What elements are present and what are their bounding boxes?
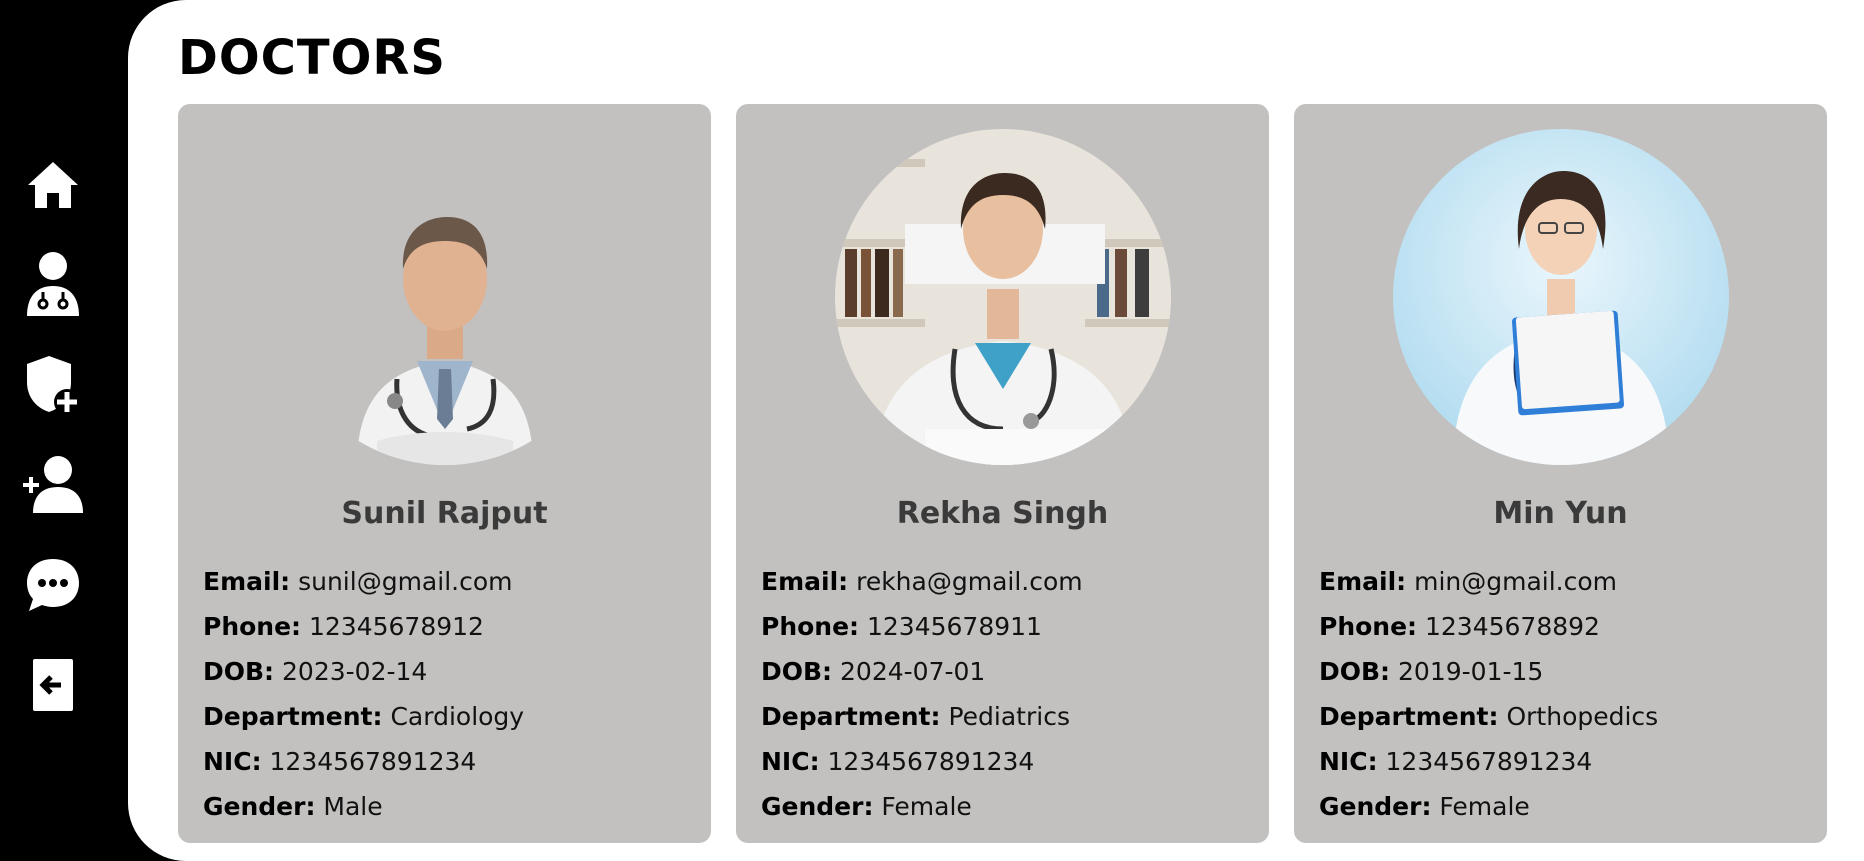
nic-value: 1234567891234 bbox=[269, 747, 477, 776]
phone-row: Phone: 12345678912 bbox=[203, 604, 703, 649]
phone-label: Phone: bbox=[203, 612, 302, 641]
email-label: Email: bbox=[1319, 567, 1407, 596]
doctor-name: Rekha Singh bbox=[896, 496, 1109, 531]
doctor-icon bbox=[27, 252, 79, 316]
nic-value: 1234567891234 bbox=[827, 747, 1035, 776]
phone-value: 12345678912 bbox=[309, 612, 484, 641]
department-label: Department: bbox=[761, 702, 941, 731]
dob-label: DOB: bbox=[761, 657, 833, 686]
nic-label: NIC: bbox=[1319, 747, 1378, 776]
dob-value: 2023-02-14 bbox=[282, 657, 428, 686]
nav-add-department-button[interactable] bbox=[22, 354, 84, 416]
phone-value: 12345678911 bbox=[867, 612, 1042, 641]
gender-row: Gender: Female bbox=[1319, 784, 1819, 829]
email-value: rekha@gmail.com bbox=[856, 567, 1083, 596]
gender-row: Gender: Female bbox=[761, 784, 1261, 829]
add-user-icon bbox=[23, 456, 83, 513]
phone-row: Phone: 12345678911 bbox=[761, 604, 1261, 649]
nav-add-user-button[interactable] bbox=[22, 454, 84, 516]
email-label: Email: bbox=[761, 567, 849, 596]
nav-doctors-button[interactable] bbox=[22, 252, 84, 316]
email-row: Email: rekha@gmail.com bbox=[761, 559, 1261, 604]
email-row: Email: sunil@gmail.com bbox=[203, 559, 703, 604]
department-value: Pediatrics bbox=[948, 702, 1070, 731]
doctor-name: Sunil Rajput bbox=[341, 496, 548, 531]
department-label: Department: bbox=[1319, 702, 1499, 731]
phone-row: Phone: 12345678892 bbox=[1319, 604, 1819, 649]
nav-home-button[interactable] bbox=[22, 154, 84, 216]
doctor-photo bbox=[835, 129, 1171, 465]
page-title: DOCTORS bbox=[178, 30, 446, 86]
department-row: Department: Orthopedics bbox=[1319, 694, 1819, 739]
dob-value: 2024-07-01 bbox=[840, 657, 986, 686]
nav-logout-button[interactable] bbox=[22, 654, 84, 716]
dob-row: DOB: 2024-07-01 bbox=[761, 649, 1261, 694]
department-value: Cardiology bbox=[390, 702, 525, 731]
gender-label: Gender: bbox=[1319, 792, 1432, 821]
department-row: Department: Cardiology bbox=[203, 694, 703, 739]
doctor-photo bbox=[1393, 129, 1729, 465]
dob-value: 2019-01-15 bbox=[1398, 657, 1544, 686]
doctor-card: Rekha Singh Email: rekha@gmail.com Phone… bbox=[736, 104, 1269, 843]
nic-value: 1234567891234 bbox=[1385, 747, 1593, 776]
dob-row: DOB: 2019-01-15 bbox=[1319, 649, 1819, 694]
doctor-name: Min Yun bbox=[1493, 496, 1628, 531]
shield-plus-icon bbox=[27, 356, 80, 415]
doctor-card: Min Yun Email: min@gmail.com Phone: 1234… bbox=[1294, 104, 1827, 843]
logout-icon bbox=[33, 659, 73, 711]
gender-value: Female bbox=[1439, 792, 1530, 821]
email-row: Email: min@gmail.com bbox=[1319, 559, 1819, 604]
nic-label: NIC: bbox=[761, 747, 820, 776]
main-content: DOCTORS Sunil Rajput Email: sunil@gmail.… bbox=[128, 0, 1864, 861]
email-value: sunil@gmail.com bbox=[298, 567, 513, 596]
home-icon bbox=[28, 162, 78, 208]
doctor-details: Email: min@gmail.com Phone: 12345678892 … bbox=[1319, 559, 1819, 829]
doctor-photo bbox=[277, 129, 613, 465]
chat-icon bbox=[27, 559, 79, 611]
nic-label: NIC: bbox=[203, 747, 262, 776]
nic-row: NIC: 1234567891234 bbox=[1319, 739, 1819, 784]
email-value: min@gmail.com bbox=[1414, 567, 1618, 596]
gender-row: Gender: Male bbox=[203, 784, 703, 829]
phone-label: Phone: bbox=[761, 612, 860, 641]
department-row: Department: Pediatrics bbox=[761, 694, 1261, 739]
department-label: Department: bbox=[203, 702, 383, 731]
dob-label: DOB: bbox=[1319, 657, 1391, 686]
doctor-details: Email: sunil@gmail.com Phone: 1234567891… bbox=[203, 559, 703, 829]
department-value: Orthopedics bbox=[1506, 702, 1659, 731]
phone-value: 12345678892 bbox=[1425, 612, 1600, 641]
phone-label: Phone: bbox=[1319, 612, 1418, 641]
nic-row: NIC: 1234567891234 bbox=[203, 739, 703, 784]
gender-value: Female bbox=[881, 792, 972, 821]
doctor-details: Email: rekha@gmail.com Phone: 1234567891… bbox=[761, 559, 1261, 829]
gender-label: Gender: bbox=[761, 792, 874, 821]
app-window: DOCTORS Sunil Rajput Email: sunil@gmail.… bbox=[0, 0, 1864, 861]
dob-label: DOB: bbox=[203, 657, 275, 686]
gender-label: Gender: bbox=[203, 792, 316, 821]
nav-messages-button[interactable] bbox=[22, 554, 84, 616]
gender-value: Male bbox=[323, 792, 383, 821]
sidebar bbox=[0, 0, 128, 861]
nic-row: NIC: 1234567891234 bbox=[761, 739, 1261, 784]
doctor-card: Sunil Rajput Email: sunil@gmail.com Phon… bbox=[178, 104, 711, 843]
email-label: Email: bbox=[203, 567, 291, 596]
dob-row: DOB: 2023-02-14 bbox=[203, 649, 703, 694]
